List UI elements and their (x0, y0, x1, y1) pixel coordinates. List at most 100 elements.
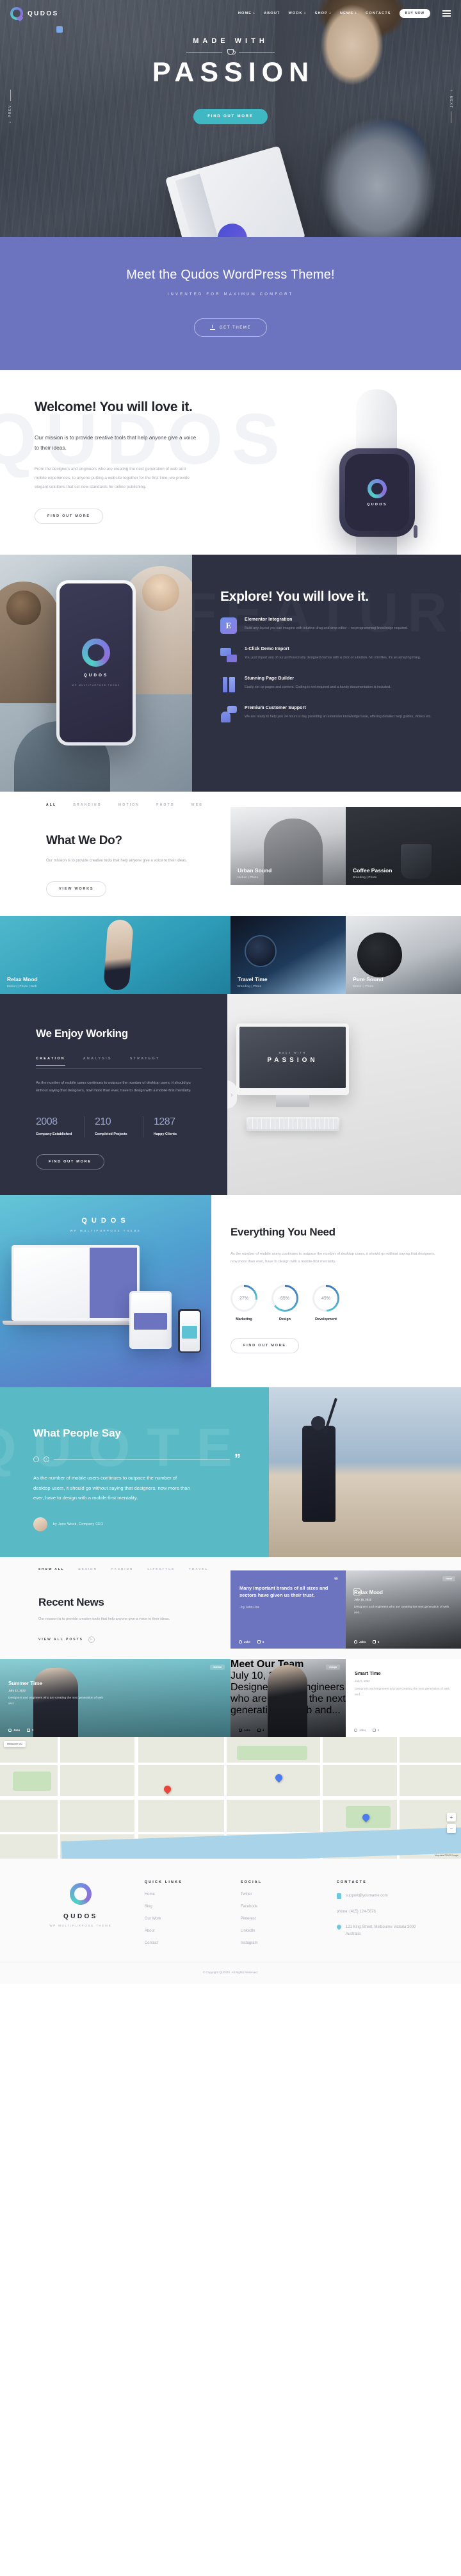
stats-row: 2008 Company Established 210 Completed P… (36, 1116, 202, 1138)
map-marker[interactable] (273, 1772, 284, 1783)
footer-phone-row[interactable]: phone: (415) 124-5678 (56, 26, 425, 1916)
testimonial-image (269, 1387, 461, 1557)
news-card-relax-mood[interactable]: travel Relax Mood July 15, 2022 Designer… (346, 1570, 461, 1649)
portfolio-caption: Relax Mood Motion | Photo | Web (7, 976, 38, 988)
need-cta-button[interactable]: FIND OUT MORE (230, 1338, 299, 1354)
welcome-cta-button[interactable]: FIND OUT MORE (35, 508, 103, 524)
footer-link-linkedin[interactable]: LinkedIn (241, 1929, 318, 1933)
enjoy-title: We Enjoy Working (36, 1027, 128, 1040)
footer-link-twitter[interactable]: Twitter (241, 1893, 318, 1896)
buy-now-button[interactable]: BUY NOW (399, 9, 430, 18)
portfolio-item-cats: Motion | Photo (353, 984, 374, 988)
news-card-title: Summer Time (8, 1681, 42, 1687)
screens-import-icon (220, 647, 237, 664)
footer-link-instagram[interactable]: Instagram (241, 1941, 318, 1945)
enjoy-text: As the number of mobile users continues … (36, 1080, 191, 1093)
map-attribution: Map data ©2022 Google (435, 1854, 458, 1857)
coffee-cup-icon (227, 49, 236, 55)
news-card-excerpt: Designers and engineers who are creating… (354, 1605, 449, 1615)
view-works-button[interactable]: VIEW WORKS (46, 881, 107, 897)
portfolio-item-travel-time[interactable]: Travel Time Branding | Photo (230, 916, 346, 995)
nav-item-contacts[interactable]: CONTACTS (366, 12, 391, 15)
tab-strategy[interactable]: STRATEGY (130, 1057, 160, 1066)
promo-subtitle: INVENTED FOR MAXIMUM COMFORT (167, 293, 294, 297)
portfolio-item-cats: Branding | Photo (353, 875, 377, 879)
footer-brand: QUDOS WP MULTIPURPOSE THEME (36, 1880, 125, 1945)
phone-brand-tagline: WP MULTIPURPOSE THEME (72, 684, 120, 687)
footer-link-our-work[interactable]: Our Work (145, 1917, 222, 1921)
footer-link-contact[interactable]: Contact (145, 1941, 222, 1945)
testimonial-prev-icon[interactable]: ‹ (33, 1456, 39, 1462)
news-card-meet-our-team[interactable]: design Meet Our Team July 10, 2022 Desig… (230, 1659, 346, 1738)
map-zoom-out-button[interactable]: − (447, 1824, 456, 1834)
skill-label: Marketing (236, 1317, 252, 1322)
footer-link-blog[interactable]: Blog (145, 1905, 222, 1909)
laptop-screen-left (14, 1248, 90, 1319)
testimonial-text: As the number of mobile users continues … (33, 1475, 190, 1501)
footer-column-title: SOCIAL (240, 1880, 263, 1885)
stat-value: 1287 (154, 1116, 175, 1128)
nav-item-about[interactable]: ABOUT (264, 12, 280, 15)
skill-label: Design (279, 1317, 291, 1322)
news-card-summer-time[interactable]: fashion Summer Time July 12, 2022 Design… (0, 1659, 230, 1738)
qudos-logo-icon (368, 478, 387, 498)
news-card-excerpt: Designers and engineers who are creating… (8, 1697, 103, 1706)
portfolio-caption: Travel Time Branding | Photo (238, 976, 268, 988)
hero-cta-button[interactable]: FIND OUT MORE (193, 109, 268, 125)
hamburger-menu-icon[interactable] (442, 10, 451, 17)
slider-prev-control[interactable]: PREV ↓ (3, 90, 18, 124)
portfolio-item-relax-mood[interactable]: Relax Mood Motion | Photo | Web (0, 916, 230, 995)
phone-mockup (178, 1309, 201, 1353)
portfolio-item-pure-sound[interactable]: Pure Sound Motion | Photo (346, 916, 461, 995)
map-zoom-in-button[interactable]: + (447, 1813, 456, 1822)
download-icon (209, 325, 215, 330)
need-title: Everything You Need (230, 1226, 336, 1239)
tab-analysis[interactable]: ANALYSIS (83, 1057, 112, 1066)
view-all-posts-button[interactable]: VIEW ALL POSTS › (38, 1636, 95, 1643)
hero-kicker: MADE WITH (193, 37, 268, 45)
footer-email: support@yourname.com (345, 1894, 388, 1898)
site-logo[interactable]: QUDOS (10, 7, 59, 20)
smartwatch-image: QUDOS (306, 389, 461, 555)
slider-next-control[interactable]: ↑ NEXT (443, 90, 458, 124)
contact-map[interactable]: Melbourne VIC + − Map data ©2022 Google (0, 1737, 461, 1859)
nav-item-news[interactable]: NEWS + (340, 12, 357, 15)
promo-banner: Meet the Qudos WordPress Theme! INVENTED… (0, 237, 461, 370)
testimonial-next-icon[interactable]: › (44, 1456, 49, 1462)
slider-next-arrow-icon[interactable]: › (227, 1080, 237, 1109)
footer-address: 121 King Street, Melbourne Victoria 3000… (345, 1925, 416, 1937)
footer-link-facebook[interactable]: Facebook (241, 1905, 318, 1909)
map-marker[interactable] (162, 1784, 173, 1795)
news-card-quote[interactable]: ” Many important brands of all sizes and… (230, 1570, 346, 1649)
footer-link-about[interactable]: About (145, 1929, 222, 1933)
footer-link-home[interactable]: Home (145, 1893, 222, 1896)
user-icon (239, 1640, 242, 1643)
location-pin-icon (336, 1923, 343, 1930)
nav-item-shop[interactable]: SHOP + (315, 12, 332, 15)
watch-crown (414, 525, 417, 538)
news-card-meta: John 6 (354, 1729, 379, 1732)
news-card-byline: - by John Doe (239, 1606, 260, 1610)
feature-item: 1-Click Demo Import You just import any … (211, 647, 447, 664)
phone-icon (56, 26, 63, 33)
footer-link-pinterest[interactable]: Pinterest (241, 1917, 318, 1921)
footer-email-row[interactable]: support@yourname.com (336, 1893, 425, 1900)
nav-item-work[interactable]: WORK + (288, 12, 306, 15)
news-card-smart-time[interactable]: Smart Time July 8, 2022 Designers and en… (346, 1659, 461, 1738)
portfolio-item-urban-sound[interactable]: Urban Sound Motion | Photo (230, 806, 346, 885)
view-all-label: VIEW ALL POSTS (38, 1638, 83, 1642)
portfolio-item-coffee-passion[interactable]: Coffee Passion Branding | Photo (346, 806, 461, 885)
enjoy-working-section: We Enjoy Working CREATION ANALYSIS STRAT… (0, 994, 461, 1196)
get-theme-button[interactable]: GET THEME (193, 318, 268, 337)
chevron-plus-icon: + (328, 12, 332, 15)
news-tag: fashion (210, 1665, 225, 1670)
footer-column-title: QUICK LINKS (144, 1880, 183, 1885)
portfolio-item-title: Travel Time (238, 976, 268, 983)
smartphone-mockup: QUDOS WP MULTIPURPOSE THEME (56, 580, 136, 746)
footer-phone: phone: (415) 124-5678 (336, 1909, 376, 1914)
nav-item-home[interactable]: HOME + (238, 12, 255, 15)
tab-creation[interactable]: CREATION (36, 1057, 65, 1066)
enjoy-content: We Enjoy Working CREATION ANALYSIS STRAT… (0, 994, 227, 1196)
enjoy-cta-button[interactable]: FIND OUT MORE (36, 1154, 104, 1170)
progress-ring: 27% (230, 1285, 257, 1312)
